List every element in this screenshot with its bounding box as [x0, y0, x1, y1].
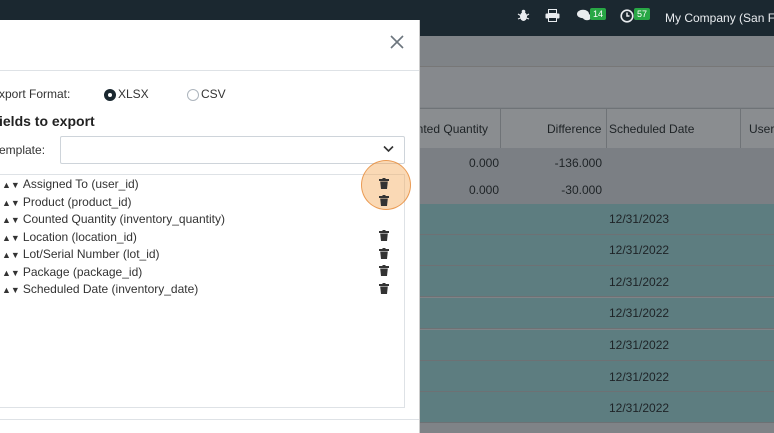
trash-icon[interactable] — [379, 248, 389, 259]
sort-handle-icon[interactable]: ▲▼ — [2, 198, 20, 208]
column-difference[interactable]: Difference — [547, 122, 601, 136]
counted-quantity-cell: 0.000 — [468, 183, 499, 197]
field-label: Counted Quantity (inventory_quantity) — [22, 212, 225, 226]
table-row[interactable]: 12/31/2022 — [419, 330, 774, 361]
export-format-label: xport Format: — [0, 87, 71, 101]
clock-icon[interactable] — [620, 9, 634, 26]
table-row[interactable]: 0.000 -30.000 — [419, 176, 774, 207]
close-icon[interactable] — [390, 33, 404, 53]
header-divider — [0, 70, 419, 71]
table-row[interactable]: 12/31/2022 — [419, 298, 774, 329]
counted-quantity-cell: 0.000 — [468, 156, 499, 170]
bug-icon[interactable] — [517, 9, 530, 25]
fields-to-export-heading: ields to export — [0, 113, 95, 129]
csv-radio-label[interactable]: CSV — [201, 87, 226, 101]
xlsx-radio-label[interactable]: XLSX — [118, 87, 149, 101]
table-header: unted Quantity Difference Scheduled Date… — [410, 108, 774, 150]
field-label: Location (location_id) — [22, 230, 137, 244]
list-item[interactable]: ▲▼ Product (product_id) — [2, 195, 132, 209]
trash-icon[interactable] — [379, 178, 389, 189]
sort-handle-icon[interactable]: ▲▼ — [2, 233, 20, 243]
background-control-panel — [419, 66, 774, 107]
scheduled-date-cell: 12/31/2022 — [609, 243, 670, 257]
field-label: Lot/Serial Number (lot_id) — [22, 247, 160, 261]
table-row[interactable]: 12/31/2022 — [419, 392, 774, 423]
difference-cell: -30.000 — [561, 183, 602, 197]
company-switcher[interactable]: My Company (San Fra — [665, 11, 774, 25]
table-row[interactable]: 0.000 -136.000 — [419, 148, 774, 179]
xlsx-radio[interactable] — [104, 89, 116, 101]
messages-badge: 14 — [590, 8, 607, 20]
sort-handle-icon[interactable]: ▲▼ — [2, 285, 20, 295]
difference-cell: -136.000 — [554, 156, 602, 170]
export-dialog: xport Format: XLSX CSV ields to export e… — [0, 20, 420, 433]
field-label: Product (product_id) — [22, 195, 132, 209]
trash-icon[interactable] — [379, 230, 389, 241]
scheduled-date-cell: 12/31/2022 — [609, 401, 670, 415]
field-label: Scheduled Date (inventory_date) — [22, 282, 199, 296]
template-label: emplate: — [0, 143, 46, 157]
scheduled-date-cell: 12/31/2023 — [609, 212, 670, 226]
sort-handle-icon[interactable]: ▲▼ — [2, 268, 20, 278]
scheduled-date-cell: 12/31/2022 — [609, 338, 670, 352]
list-item[interactable]: ▲▼ Lot/Serial Number (lot_id) — [2, 247, 160, 261]
field-label: Assigned To (user_id) — [22, 177, 139, 191]
field-label: Package (package_id) — [22, 265, 143, 279]
column-user[interactable]: User — [749, 122, 774, 136]
list-item[interactable]: ▲▼ Location (location_id) — [2, 230, 137, 244]
table-row[interactable]: 12/31/2023 — [419, 204, 774, 235]
table-row[interactable]: 12/31/2022 — [419, 361, 774, 392]
table-row[interactable]: 12/31/2022 — [419, 266, 774, 297]
sort-handle-icon[interactable]: ▲▼ — [2, 215, 20, 225]
list-item[interactable]: ▲▼ Counted Quantity (inventory_quantity) — [2, 212, 225, 226]
trash-icon[interactable] — [379, 283, 389, 294]
column-counted-quantity[interactable]: unted Quantity — [410, 122, 488, 136]
list-item[interactable]: ▲▼ Assigned To (user_id) — [2, 177, 139, 191]
chevron-down-icon — [383, 142, 394, 156]
column-scheduled-date[interactable]: Scheduled Date — [609, 122, 694, 136]
trash-icon[interactable] — [379, 195, 389, 206]
print-icon[interactable] — [545, 9, 560, 25]
list-item[interactable]: ▲▼ Scheduled Date (inventory_date) — [2, 282, 198, 296]
list-item[interactable]: ▲▼ Package (package_id) — [2, 265, 142, 279]
sort-handle-icon[interactable]: ▲▼ — [2, 250, 20, 260]
scheduled-date-cell: 12/31/2022 — [609, 370, 670, 384]
footer-divider — [0, 419, 419, 420]
activities-badge: 57 — [634, 8, 651, 20]
csv-radio[interactable] — [187, 89, 199, 101]
template-select[interactable] — [60, 136, 405, 164]
scheduled-date-cell: 12/31/2022 — [609, 306, 670, 320]
scheduled-date-cell: 12/31/2022 — [609, 275, 670, 289]
sort-handle-icon[interactable]: ▲▼ — [2, 180, 20, 190]
trash-icon[interactable] — [379, 265, 389, 276]
table-row[interactable]: 12/31/2022 — [419, 235, 774, 266]
